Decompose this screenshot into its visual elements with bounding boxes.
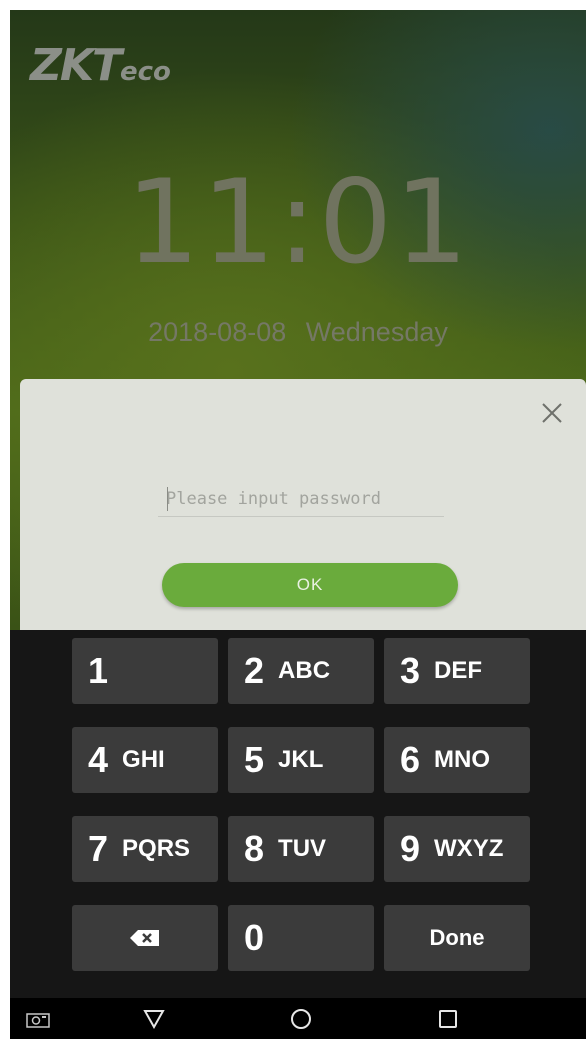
key-4-letters: GHI <box>122 746 165 773</box>
key-0[interactable]: 0 <box>228 905 374 971</box>
weekday-text: Wednesday <box>305 317 448 347</box>
key-7[interactable]: 7 PQRS <box>72 816 218 882</box>
key-9-digit: 9 <box>400 828 421 869</box>
screenshot-icon[interactable] <box>26 1012 50 1033</box>
key-6-digit: 6 <box>400 739 421 780</box>
key-6[interactable]: 6 MNO <box>384 727 530 793</box>
key-2-digit: 2 <box>244 650 265 691</box>
date-text: 2018-08-08 <box>148 317 287 347</box>
password-dialog: OK <box>20 379 586 631</box>
key-8-letters: TUV <box>278 835 327 862</box>
key-7-digit: 7 <box>88 828 109 869</box>
key-5-digit: 5 <box>244 739 265 780</box>
backspace-icon <box>130 930 159 946</box>
key-1-digit: 1 <box>88 650 109 691</box>
key-4-digit: 4 <box>88 739 109 780</box>
key-0-digit: 0 <box>244 917 265 958</box>
key-9[interactable]: 9 WXYZ <box>384 816 530 882</box>
done-key[interactable]: Done <box>384 905 530 971</box>
close-icon[interactable] <box>540 401 564 425</box>
key-3-letters: DEF <box>434 657 483 684</box>
backspace-key[interactable] <box>72 905 218 971</box>
done-label: Done <box>429 925 485 950</box>
back-triangle-icon[interactable] <box>143 1009 165 1034</box>
key-3[interactable]: 3 DEF <box>384 638 530 704</box>
recents-square-icon[interactable] <box>438 1009 458 1034</box>
key-6-letters: MNO <box>434 746 491 773</box>
navigation-bar <box>10 998 586 1039</box>
password-input[interactable] <box>158 481 444 517</box>
numeric-keypad: 1 2 ABC 3 DEF 4 GHI 5 JKL 6 MNO 7 PQRS 8… <box>10 630 586 998</box>
logo-small-text: eco <box>120 57 171 87</box>
brand-logo: ZKTeco <box>30 40 171 91</box>
key-4[interactable]: 4 GHI <box>72 727 218 793</box>
logo-main-text: ZKT <box>30 40 122 91</box>
key-9-letters: WXYZ <box>434 835 504 862</box>
key-3-digit: 3 <box>400 650 421 691</box>
key-5[interactable]: 5 JKL <box>228 727 374 793</box>
clock-time: 11:01 <box>125 155 471 290</box>
key-2[interactable]: 2 ABC <box>228 638 374 704</box>
date-row: 2018-08-08 Wednesday <box>10 312 586 352</box>
key-2-letters: ABC <box>278 657 331 684</box>
key-5-letters: JKL <box>278 746 324 773</box>
key-1[interactable]: 1 <box>72 638 218 704</box>
key-7-letters: PQRS <box>122 835 191 862</box>
key-8-digit: 8 <box>244 828 265 869</box>
ok-button[interactable]: OK <box>162 563 458 607</box>
text-caret <box>167 487 168 511</box>
key-8[interactable]: 8 TUV <box>228 816 374 882</box>
device-screen: ZKTeco 11:01 2018-08-08 Wednesday OK 1 2… <box>10 10 586 1039</box>
home-circle-icon[interactable] <box>290 1008 312 1035</box>
